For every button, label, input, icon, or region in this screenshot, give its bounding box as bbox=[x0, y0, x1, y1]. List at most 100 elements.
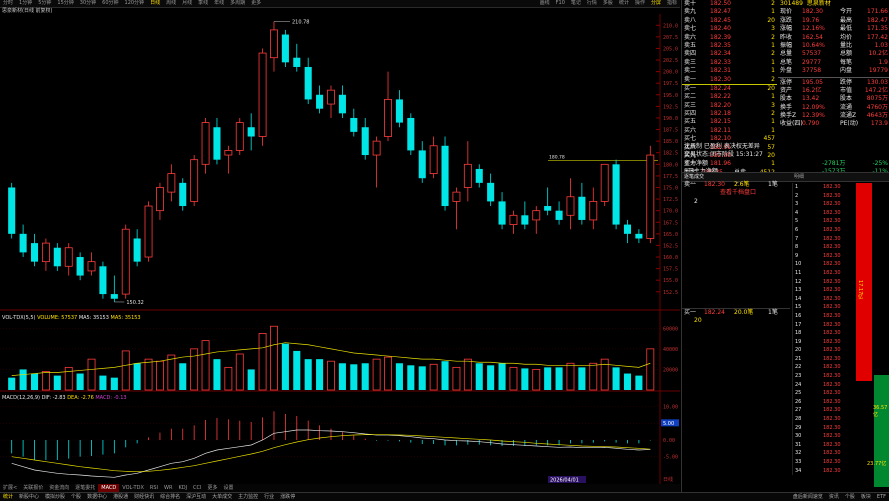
volume-bar bbox=[190, 348, 199, 391]
volume-bar bbox=[201, 340, 210, 391]
high-label: 210.78 bbox=[292, 20, 310, 26]
volume-ma5b: MA5: 35153 bbox=[110, 315, 141, 321]
macd-value-box-label: 5.00 bbox=[663, 421, 674, 427]
tool-tab[interactable]: 多股 bbox=[600, 0, 616, 7]
tape-seq: 19 bbox=[795, 338, 802, 345]
tape-price: 182.30 bbox=[823, 347, 841, 354]
candle-body bbox=[156, 187, 164, 212]
bid-volume: 1 bbox=[771, 126, 775, 134]
volume-bar bbox=[99, 375, 107, 390]
period-tab[interactable]: 更多 bbox=[248, 0, 264, 7]
tape-price: 182.30 bbox=[823, 261, 841, 268]
tool-tab[interactable]: F10 bbox=[553, 0, 568, 7]
indicator-tab[interactable]: MACD bbox=[98, 484, 120, 492]
buy-queue-vol: 20.0笔 bbox=[734, 309, 754, 316]
volume-bar bbox=[133, 363, 141, 390]
indicator-tab[interactable]: RSI bbox=[147, 484, 161, 492]
ask-row: 卖六 182.39 2 bbox=[682, 34, 777, 42]
stock-name: 思泉新材 bbox=[806, 0, 831, 7]
price-tick-label: 202.5 bbox=[663, 58, 678, 64]
buy-queue-price: 182.24 bbox=[704, 309, 725, 316]
period-tab[interactable]: 30分钟 bbox=[77, 0, 99, 7]
candle-body bbox=[327, 89, 335, 105]
tape-price: 182.30 bbox=[823, 364, 841, 371]
stat-value-2: 8075万 bbox=[866, 95, 888, 103]
stat-value: 13.42 bbox=[802, 95, 820, 103]
low-label: 150.32 bbox=[126, 300, 144, 306]
tape-price: 182.30 bbox=[823, 390, 841, 397]
ask-price: 182.39 bbox=[710, 33, 731, 41]
bid-price: 182.22 bbox=[710, 93, 731, 101]
price-tick-label: 155.0 bbox=[663, 278, 678, 284]
price-tick-label: 195.0 bbox=[663, 93, 678, 99]
tape-row: 13 182.30 bbox=[793, 286, 853, 295]
flow-label: 主力净额 bbox=[684, 159, 709, 167]
indicator-tab[interactable]: CCI bbox=[190, 484, 204, 492]
indicator-tab[interactable]: 设置 bbox=[221, 484, 237, 492]
indicator-tab[interactable]: VOL-TDX bbox=[119, 484, 147, 492]
stat-label: 换手 bbox=[780, 103, 793, 111]
tool-tab[interactable]: 画线 bbox=[537, 0, 553, 7]
indicator-tab[interactable]: KDJ bbox=[175, 484, 190, 492]
bid-price: 182.24 bbox=[710, 84, 731, 92]
stat-row: 涨跌 19.76 最高 182.47 bbox=[778, 17, 889, 25]
period-tab[interactable]: 分时 bbox=[0, 0, 16, 7]
period-tab[interactable]: 多周期 bbox=[227, 0, 248, 7]
tape-row: 5 182.30 bbox=[793, 217, 853, 226]
chart-area[interactable]: 210.0 207.5 205.0 202.5 200.0 197.5 195.0 192.5… bbox=[0, 14, 680, 484]
period-tab[interactable]: 1分钟 bbox=[16, 0, 35, 7]
period-tab[interactable]: 周线 bbox=[163, 0, 179, 7]
period-tab[interactable]: 季线 bbox=[195, 0, 211, 7]
candle-body bbox=[612, 164, 620, 225]
stat-value-2: 4643万 bbox=[866, 112, 888, 120]
volume-bar bbox=[316, 359, 324, 390]
bid-volume: 3 bbox=[771, 101, 775, 109]
tape-row: 12 182.30 bbox=[793, 278, 853, 287]
tape-price: 182.30 bbox=[823, 424, 841, 431]
indicator-tab[interactable]: 逐笔委托 bbox=[72, 484, 98, 492]
period-tab[interactable]: 5分钟 bbox=[35, 0, 54, 7]
stat-label: 总笔 bbox=[780, 58, 793, 66]
volume-bar bbox=[327, 360, 335, 391]
tool-tab[interactable]: 行情 bbox=[584, 0, 600, 7]
tool-tab[interactable]: 笔记 bbox=[568, 0, 584, 7]
tape-row: 4 182.30 bbox=[793, 209, 853, 218]
depth-link[interactable]: 查看千档盘口 bbox=[720, 189, 756, 197]
period-tab[interactable]: 120分钟 bbox=[122, 0, 148, 7]
price-tick-label: 170.0 bbox=[663, 209, 678, 215]
indicator-tab[interactable]: 资金流向 bbox=[46, 484, 72, 492]
stat-value: 162.54 bbox=[802, 33, 823, 41]
tape-row: 6 182.30 bbox=[793, 226, 853, 235]
indicator-tab[interactable]: 更多 bbox=[205, 484, 221, 492]
tool-tab[interactable]: 统计 bbox=[616, 0, 632, 7]
tape-seq: 29 bbox=[795, 424, 802, 431]
ask-price: 182.30 bbox=[710, 75, 731, 83]
stat-value: 12.39% bbox=[802, 112, 825, 120]
period-tab[interactable]: 日线 bbox=[147, 0, 163, 7]
volume-bar bbox=[487, 365, 495, 390]
bid-volume: 2 bbox=[771, 110, 775, 118]
volume-tick-label: 60000 bbox=[663, 326, 678, 332]
indicator-tab[interactable]: 扩展< bbox=[0, 484, 20, 492]
period-tab[interactable]: 月线 bbox=[179, 0, 195, 7]
tool-tab[interactable]: 分屏 bbox=[648, 0, 664, 7]
period-tab[interactable]: 60分钟 bbox=[99, 0, 121, 7]
candle-body bbox=[190, 159, 199, 202]
tape-seq: 2 bbox=[795, 192, 799, 199]
period-tab[interactable]: 年线 bbox=[211, 0, 227, 7]
indicator-tab[interactable]: WR bbox=[161, 484, 175, 492]
stat-label-2: 流通 bbox=[840, 103, 853, 111]
ask-row: 卖四 182.34 2 bbox=[682, 50, 777, 58]
tape-seq: 4 bbox=[795, 209, 799, 216]
tape-seq: 27 bbox=[795, 407, 802, 414]
volume-bar bbox=[623, 373, 632, 390]
tool-tab[interactable]: 操作 bbox=[632, 0, 648, 7]
candle-body bbox=[270, 29, 278, 59]
volume-bar bbox=[64, 366, 73, 391]
indicator-tab[interactable]: 关联报价 bbox=[20, 484, 46, 492]
volume-title: VOL-TDX(5,5) bbox=[2, 315, 36, 321]
tool-tab[interactable]: 指标 bbox=[664, 0, 680, 7]
stat-label-2: 每笔 bbox=[840, 58, 853, 66]
ask-price: 182.50 bbox=[710, 0, 731, 7]
period-tab[interactable]: 15分钟 bbox=[54, 0, 76, 7]
